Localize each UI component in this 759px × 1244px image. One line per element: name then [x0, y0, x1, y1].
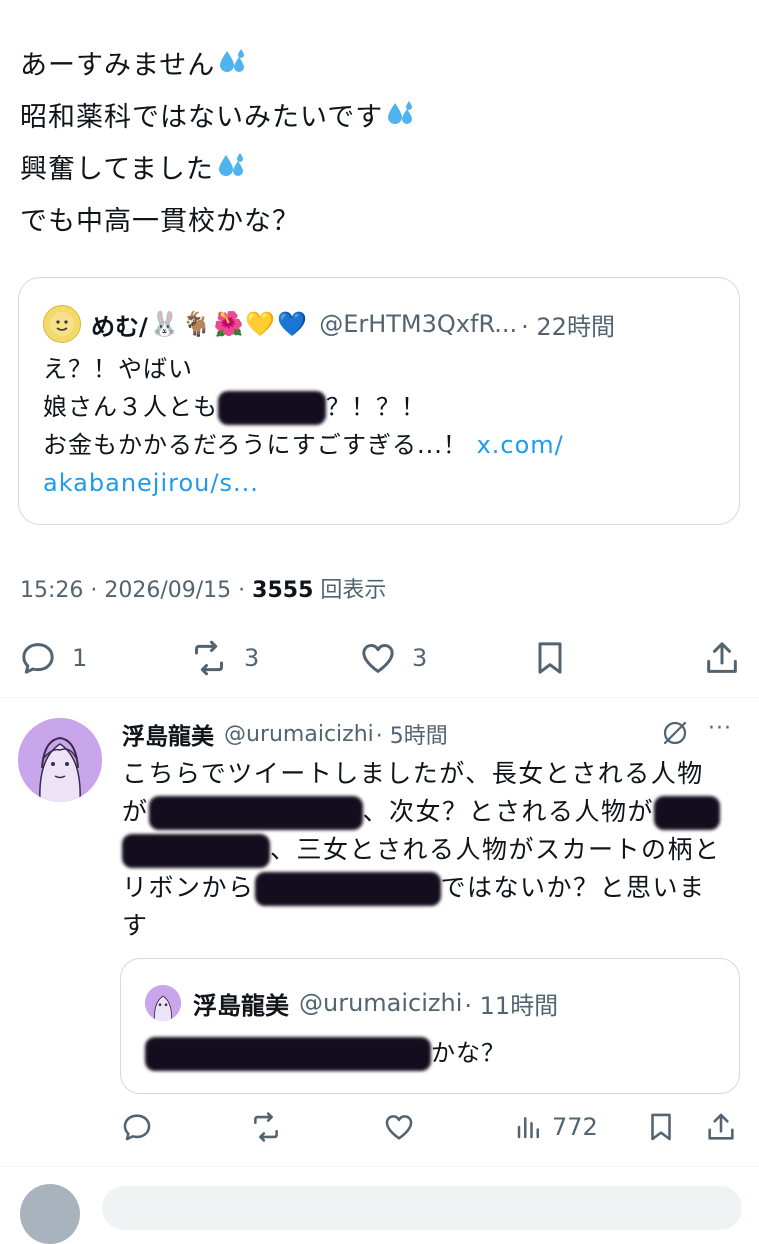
redaction-mark [145, 1037, 431, 1071]
reply-button[interactable] [120, 1110, 154, 1144]
text-segment: かな？ [431, 1039, 506, 1067]
action-bar: 1 3 3 [0, 630, 759, 686]
share-icon [708, 1113, 734, 1140]
timestamp[interactable]: 15:26 · 2026/09/15 · [20, 578, 252, 603]
text-line: リボンから ではないか？と思いま [122, 869, 721, 907]
link[interactable]: x.com/ [477, 431, 564, 459]
redaction-mark [148, 796, 363, 830]
quoted-tweet-header: めむ/ 🐰🐐🌺💛💙 @ErHTM3QxfR... · 22時間 [43, 304, 615, 344]
action-bar: 772 [0, 1104, 759, 1150]
retweet-count: 3 [244, 644, 260, 672]
tweet-line: あーすみません [20, 50, 216, 81]
quoted-tweet-card[interactable]: めむ/ 🐰🐐🌺💛💙 @ErHTM3QxfR... · 22時間 え？！やばい 娘… [18, 277, 740, 525]
avatar-image [18, 718, 102, 802]
views-count: 772 [552, 1113, 598, 1141]
text-line: akabanejirou/s... [43, 464, 564, 502]
divider [0, 697, 759, 698]
reply-header: 浮島龍美 @urumaicizhi · 5時間 [122, 716, 448, 752]
link[interactable]: akabanejirou/s... [43, 469, 259, 497]
tweet-line: 昭和薬科ではないみたいです [20, 102, 384, 133]
redaction-mark [122, 834, 270, 868]
bookmark-icon [538, 642, 562, 674]
author-handle[interactable]: @urumaicizhi [224, 722, 374, 747]
views-label: 回表示 [320, 578, 387, 603]
bookmark-button[interactable] [644, 1110, 678, 1144]
heart-icon [362, 644, 394, 673]
post-time[interactable]: · 22時間 [521, 307, 615, 342]
share-icon [707, 642, 737, 673]
post-time[interactable]: · 11時間 [464, 986, 558, 1021]
avatar[interactable] [43, 305, 81, 343]
text-segment: ？！？！ [326, 393, 426, 421]
post-time[interactable]: · 5時間 [376, 718, 448, 750]
quoted-tweet-header: 浮島龍美 @urumaicizhi · 11時間 [145, 983, 558, 1023]
author-name[interactable]: めむ/ [91, 307, 148, 342]
tweet-meta: 15:26 · 2026/09/15 · 3555 回表示 [20, 572, 386, 604]
like-button[interactable]: 3 [358, 638, 427, 678]
like-button[interactable] [382, 1110, 416, 1144]
views-button[interactable]: 772 [514, 1110, 598, 1144]
sweat-drops-icon [220, 49, 245, 72]
reply-input[interactable] [102, 1186, 742, 1230]
retweet-button[interactable]: 3 [188, 638, 259, 678]
redaction-mark [218, 391, 326, 425]
analytics-icon [517, 1117, 539, 1139]
author-emojis: 🐰🐐🌺💛💙 [149, 310, 310, 338]
redaction-mark [654, 796, 721, 830]
reply-count: 1 [72, 644, 88, 672]
text-segment: リボンから [122, 873, 255, 902]
quoted-tweet-text: かな？ [145, 1033, 506, 1071]
redaction-mark [254, 872, 441, 906]
text-segment: 、次女？とされる人物が [362, 797, 655, 826]
grok-button[interactable] [660, 718, 690, 752]
text-line: お金もかかるだろうにすごすぎる...！ x.com/ [43, 426, 564, 464]
text-segment: が [122, 797, 149, 826]
share-button[interactable] [704, 1110, 738, 1144]
sweat-drops-icon [218, 153, 243, 176]
avatar-image [145, 985, 181, 1021]
bookmark-icon [651, 1113, 671, 1141]
divider [0, 1166, 759, 1167]
views-count: 3555 [252, 578, 314, 603]
text-line: 、三女とされる人物がスカートの柄と [122, 831, 721, 869]
text-segment: ではないか？と思いま [440, 873, 706, 902]
grok-icon [663, 721, 687, 745]
tweet-text: あーすみません 昭和薬科ではないみたいです 興奮してました でも中高一貫校かな？ [20, 40, 415, 248]
author-handle[interactable]: @urumaicizhi [299, 989, 462, 1017]
author-handle[interactable]: @ErHTM3QxfR... [319, 310, 517, 338]
text-line: え？！やばい [43, 355, 193, 383]
share-button[interactable] [702, 638, 742, 678]
text-segment: お金もかかるだろうにすごすぎる...！ [43, 431, 468, 459]
text-segment: 娘さん３人とも [43, 393, 218, 421]
more-button[interactable]: ··· [708, 716, 732, 741]
like-count: 3 [412, 644, 428, 672]
sweat-drops-icon [388, 101, 413, 124]
avatar[interactable] [18, 718, 102, 802]
quoted-tweet-text: え？！やばい 娘さん３人とも ？！？！ お金もかかるだろうにすごすぎる...！ x… [43, 350, 564, 502]
author-name[interactable]: 浮島龍美 [122, 717, 214, 751]
avatar[interactable] [20, 1184, 80, 1244]
heart-icon [385, 1115, 413, 1140]
reply-icon [123, 1114, 151, 1141]
tweet-line: でも中高一貫校かな？ [20, 206, 300, 237]
text-line: す [122, 911, 149, 940]
avatar-image [50, 312, 74, 336]
author-name[interactable]: 浮島龍美 [193, 986, 289, 1021]
retweet-icon [254, 1112, 278, 1142]
text-line: こちらでツイートしましたが、長女とされる人物 [122, 759, 704, 788]
reply-button[interactable]: 1 [18, 638, 87, 678]
avatar[interactable] [145, 985, 181, 1021]
text-line: 娘さん３人とも ？！？！ [43, 388, 564, 426]
bookmark-button[interactable] [530, 638, 570, 678]
tweet-line: 興奮してました [20, 154, 214, 185]
text-line: が 、次女？とされる人物が [122, 793, 721, 831]
reply-icon [22, 643, 54, 674]
text-segment: 、三女とされる人物がスカートの柄と [270, 835, 721, 864]
retweet-button[interactable] [248, 1110, 284, 1144]
quoted-tweet-card[interactable]: 浮島龍美 @urumaicizhi · 11時間 かな？ [120, 958, 740, 1094]
reply-text: こちらでツイートしましたが、長女とされる人物 が 、次女？とされる人物が 、三女と… [122, 755, 721, 945]
retweet-icon [195, 640, 223, 676]
